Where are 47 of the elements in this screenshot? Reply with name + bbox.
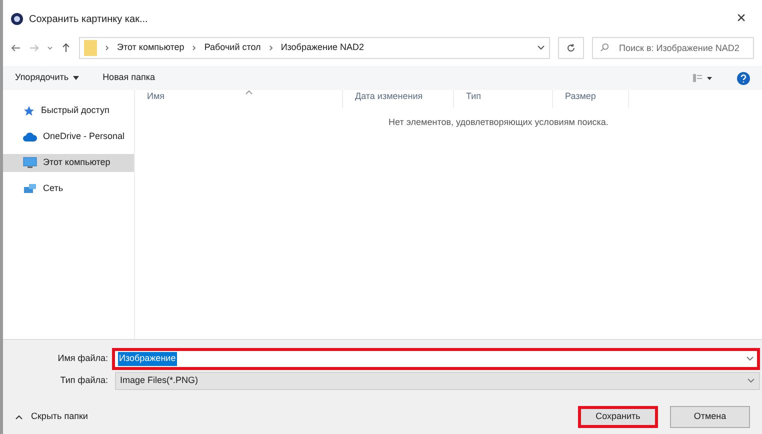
search-field[interactable]: Поиск в: Изображение NAD2 <box>592 37 754 59</box>
breadcrumb-item[interactable]: Изображение NAD2 <box>280 41 364 55</box>
sidebar-item[interactable]: Сеть <box>3 180 134 198</box>
folder-icon <box>84 40 97 56</box>
app-logo-icon <box>11 13 23 25</box>
monitor-icon <box>23 157 37 169</box>
address-bar[interactable]: Этот компьютер Рабочий стол Изображение NAD2 <box>79 37 550 59</box>
empty-message: Нет элементов, удовлетворяющих условиям поиска. <box>388 116 608 129</box>
new-folder-button[interactable]: Новая папка <box>102 71 156 85</box>
search-icon <box>600 43 609 52</box>
column-header[interactable]: Имя <box>135 90 343 108</box>
refresh-button[interactable] <box>558 37 584 59</box>
filename-label: Имя файла: <box>56 352 108 366</box>
hide-folders-button[interactable]: Скрыть папки <box>15 410 88 424</box>
filename-field[interactable]: Изображение <box>112 348 760 370</box>
back-arrow-icon[interactable] <box>11 43 21 53</box>
up-arrow-icon[interactable] <box>61 43 71 53</box>
column-header[interactable]: Тип <box>454 90 553 108</box>
caret-down-icon <box>72 76 79 80</box>
help-icon[interactable] <box>737 72 750 84</box>
dialog-button[interactable]: Сохранить <box>578 406 658 428</box>
organize-menu[interactable]: Упорядочить <box>15 71 79 85</box>
sidebar-item[interactable]: Быстрый доступ <box>3 102 134 120</box>
window-title: Сохранить картинку как... <box>29 12 148 26</box>
chevron-up-icon <box>15 414 23 420</box>
star-icon <box>23 105 35 117</box>
close-button[interactable]: × <box>728 11 754 27</box>
chevron-down-icon <box>747 378 755 384</box>
chevron-right-icon <box>268 45 273 51</box>
sort-caret-icon <box>245 90 253 95</box>
sidebar-item[interactable]: Этот компьютер <box>3 154 134 172</box>
dialog-button[interactable]: Отмена <box>670 406 750 428</box>
chevron-down-icon[interactable] <box>746 356 754 362</box>
filetype-dropdown[interactable]: Image Files(*.PNG) <box>115 372 760 390</box>
sidebar-item[interactable]: OneDrive - Personal <box>3 128 134 146</box>
network-icon <box>23 183 37 195</box>
refresh-icon <box>566 43 576 53</box>
chevron-down-icon[interactable] <box>537 45 545 51</box>
breadcrumb-item[interactable]: Этот компьютер <box>117 41 184 55</box>
breadcrumb-item[interactable]: Рабочий стол <box>204 41 261 55</box>
column-header[interactable]: Дата изменения <box>343 90 454 108</box>
column-header[interactable]: Размер <box>553 90 629 108</box>
cloud-icon <box>23 132 37 142</box>
chevron-right-icon <box>192 45 196 51</box>
view-options-icon[interactable] <box>693 74 713 82</box>
chevron-right-icon <box>105 45 109 51</box>
filetype-label: Тип файла: <box>59 374 108 388</box>
